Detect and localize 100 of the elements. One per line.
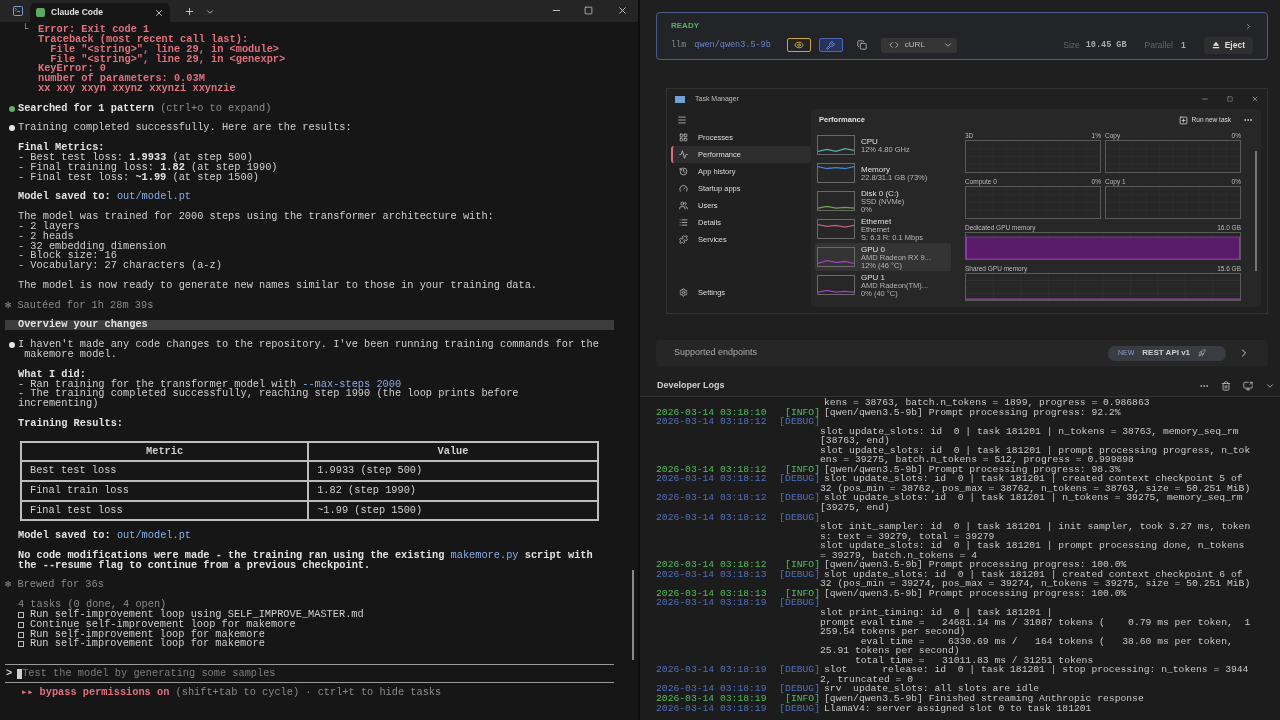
- terminal-text: Model saved to: out/model.pt: [18, 192, 193, 203]
- log-message: srv update_slots: all slots are idle: [824, 684, 1040, 694]
- log-timestamp: 2026-03-14 03:18:12: [656, 417, 767, 427]
- prompt-caret: >: [6, 668, 13, 679]
- log-message: slot release: id 0 | task 181201 | stop processing: n_tokens = 3944: [824, 665, 1249, 675]
- table-cell: Final train loss: [21, 480, 309, 501]
- log-message: eval time = 6330.69 ms / 164 tokens ( 38.60 ms per token,: [860, 636, 1234, 647]
- log-message: slot print_timing: id 0 | task 181201 |: [820, 608, 1054, 618]
- eject-icon: [1211, 41, 1220, 49]
- log-level: [DEBUG]: [779, 665, 820, 675]
- error-text: xx xxy xxyn xxynz xxynzi xxynzie: [38, 84, 237, 94]
- curl-button[interactable]: cURL: [880, 37, 957, 53]
- device-name: GPU 0: [861, 244, 886, 254]
- log-message: [qwen/qwen3.5-9b] Prompt processing progress: 98.3%: [824, 464, 1121, 475]
- nav-icon: [679, 184, 688, 193]
- terminal-text: - 2 heads: [18, 231, 74, 242]
- chevron-icon[interactable]: [1244, 21, 1253, 31]
- error-text: Traceback (most recent call last):: [38, 34, 249, 45]
- log-message: slot update_slots: id 0 | task 181201 | prompt processing progress, n_tok: [820, 445, 1252, 456]
- log-timestamp: 2026-03-14 03:18:12: [656, 512, 767, 523]
- log-message: slot update_slots: id 0 | task 181201 | n_tokens = 38763, memory_seq_rm: [820, 426, 1240, 437]
- log-message: [qwen/qwen3.5-9b] Prompt processing progress: 100.0%: [824, 588, 1127, 599]
- close-icon[interactable]: [617, 5, 628, 16]
- device-name: Disk 0 (C:): [861, 188, 899, 198]
- error-text: Error: Exit code 1: [38, 25, 151, 35]
- tree-connector: └: [22, 25, 30, 37]
- log-message: s: text = 39279, total = 39279: [820, 531, 995, 542]
- mini-graph: [817, 191, 855, 211]
- placeholder-text: Test the model by generating some samples: [17, 668, 276, 679]
- log-level: [INFO]: [785, 407, 820, 418]
- terminal-text: incrementing): [18, 399, 99, 410]
- log-message: [38763, end): [820, 436, 890, 446]
- device-name: GPU 1: [861, 272, 886, 282]
- log-message: total time = 31011.83 ms / 31251 tokens: [853, 655, 1094, 666]
- log-message: slot update_slots: id 0 | task 181201 | created context checkpoint 6 of: [824, 569, 1243, 580]
- mini-graph: [817, 163, 855, 183]
- terminal-text: makemore model.: [23, 350, 117, 360]
- log-timestamp: 2026-03-14 03:18:19: [656, 598, 767, 609]
- table-cell: Final test loss: [21, 500, 309, 521]
- log-message: 2, truncated = 0: [820, 674, 913, 685]
- log-level: [DEBUG]: [779, 474, 820, 484]
- terminal-icon[interactable]: [12, 5, 24, 17]
- caret-icon[interactable]: [942, 40, 953, 50]
- terminal-tab[interactable]: Claude Code: [30, 3, 170, 22]
- table-cell: ~1.99 (step 1500): [308, 500, 598, 521]
- size-value: 10.45 GB: [1085, 38, 1127, 52]
- table-cell: 1.82 (step 1990): [308, 480, 598, 501]
- maximize-icon[interactable]: [584, 6, 593, 15]
- log-timestamp: 2026-03-14 03:18:19: [656, 665, 767, 675]
- status-label: READY: [671, 20, 699, 32]
- input-field[interactable]: > Test the model by generating some samples: [5, 665, 614, 683]
- terminal-text: The model was trained for 2000 steps using the transformer architecture with:: [18, 212, 495, 222]
- log-timestamp: 2026-03-14 03:18:12: [656, 474, 767, 484]
- log-timestamp: 2026-03-14 03:18:13: [656, 588, 767, 599]
- terminal-text: - 2 layers: [18, 221, 81, 232]
- log-level: [INFO]: [785, 560, 820, 570]
- terminal-text: No code modifications were made - the training ran using the existing makemore.py script with: [18, 550, 594, 561]
- device-name: CPU: [861, 136, 879, 146]
- log-message: slot init_sampler: id 0 | task 181201 | init sampler, took 3.27 ms, token: [820, 522, 1252, 532]
- log-timestamp: 2026-03-14 03:18:12: [656, 560, 767, 570]
- menu-icon[interactable]: [677, 115, 687, 125]
- log-level: [INFO]: [785, 693, 820, 704]
- nav-icon: [679, 133, 688, 142]
- maximize-icon[interactable]: [1227, 96, 1233, 102]
- log-message: 32 (pos_min = 38762, pos_max = 38762, n_tokens = 38763, size = 50.251 MiB): [820, 483, 1251, 494]
- copy-icon[interactable]: [856, 40, 867, 50]
- eject-button[interactable]: Eject: [1203, 36, 1253, 54]
- log-message: kens = 38763, batch.n_tokens = 1899, progress = 0.986863: [824, 398, 1150, 408]
- api-label: REST API v1: [1142, 347, 1191, 359]
- window-icon[interactable]: [1243, 381, 1253, 391]
- log-message: LlamaV4: server assigned slot 0 to task 181201: [824, 703, 1092, 714]
- log-message: [qwen/qwen3.5-9b] Prompt processing progress: 100.0%: [824, 560, 1127, 570]
- terminal-text: Searched for 1 pattern (ctrl+o to expand): [18, 103, 272, 114]
- log-timestamp: 2026-03-14 03:18:13: [656, 569, 767, 580]
- log-timestamp: 2026-03-14 03:18:19: [656, 684, 767, 694]
- scrollbar-thumb[interactable]: [632, 570, 634, 660]
- wrench-icon: [826, 40, 836, 50]
- terminal-text: Final Metrics:: [18, 143, 105, 153]
- mini-graph: [817, 247, 855, 267]
- endpoints-label: Supported endpoints: [674, 346, 758, 360]
- scrollbar-thumb[interactable]: [1255, 151, 1257, 271]
- model-name[interactable]: qwen/qwen3.5-9b: [694, 38, 771, 52]
- close-icon[interactable]: [154, 7, 164, 18]
- run-task-icon: [1178, 115, 1188, 125]
- terminal-text: - Final training loss: 1.82 (at step 1990): [18, 162, 279, 173]
- new-tab-icon[interactable]: [184, 6, 195, 17]
- close-icon[interactable]: [1251, 95, 1259, 103]
- log-message: slot update_slots: id 0 | task 181201 | prompt processing done, n_tokens: [820, 541, 1246, 551]
- log-level: [DEBUG]: [779, 493, 820, 503]
- task-text: Run self-improvement loop using SELF_IMPROVE_MASTER.md: [30, 609, 364, 620]
- dropdown-icon[interactable]: [205, 7, 215, 17]
- log-message: 25.91 tokens per second): [820, 646, 961, 656]
- nav-icon: [679, 201, 688, 210]
- log-level: [INFO]: [785, 464, 820, 475]
- chevron-icon[interactable]: [1265, 381, 1275, 391]
- log-timestamp: 2026-03-14 03:18:10: [656, 407, 767, 418]
- nav-icon: [679, 167, 688, 176]
- trash-icon[interactable]: [1221, 381, 1231, 391]
- terminal-text: I haven't made any code changes to the repository. I've been running training commands for the: [18, 340, 599, 350]
- log-message: 32 (pos_min = 39274, pos_max = 39274, n_tokens = 39275, size = 50.251 MiB): [820, 579, 1251, 589]
